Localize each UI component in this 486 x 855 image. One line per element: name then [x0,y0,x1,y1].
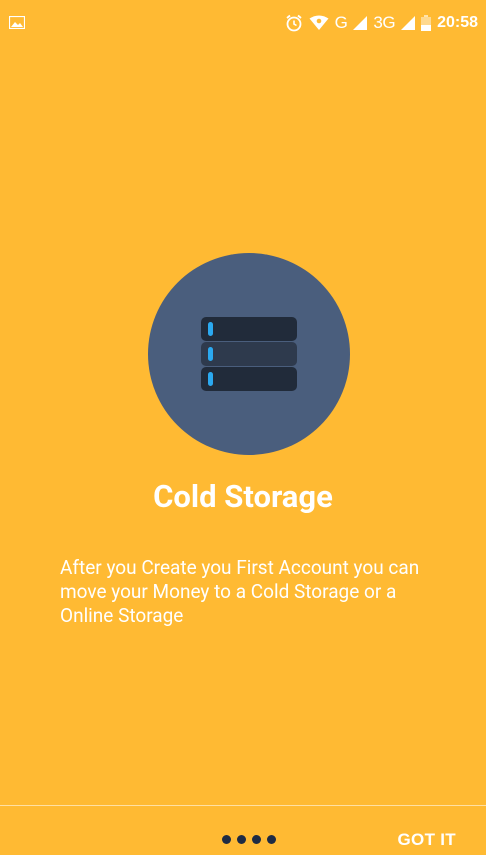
clock: 20:58 [437,14,478,31]
network-type-1: G [334,13,348,32]
page-dot[interactable] [267,835,276,844]
page-indicator [222,835,276,844]
got-it-button[interactable]: GOT IT [398,830,456,850]
illustration-circle [148,253,350,455]
page-dot[interactable] [237,835,246,844]
image-icon [8,14,26,30]
network-type-2: 3G [373,13,396,32]
status-icons: G 3G 20:58 [285,11,478,35]
battery-icon [421,15,432,31]
storage-server-icon [201,317,297,391]
page-dot[interactable] [252,835,261,844]
wifi-icon [309,15,329,31]
page-dot[interactable] [222,835,231,844]
signal-icon [353,16,368,30]
status-bar: G 3G 20:58 [0,0,486,50]
description-text: After you Create you First Account you c… [60,556,420,627]
footer-divider [0,805,486,806]
alarm-icon [285,14,303,32]
signal-icon [401,16,416,30]
page-title: Cold Storage [153,478,333,515]
